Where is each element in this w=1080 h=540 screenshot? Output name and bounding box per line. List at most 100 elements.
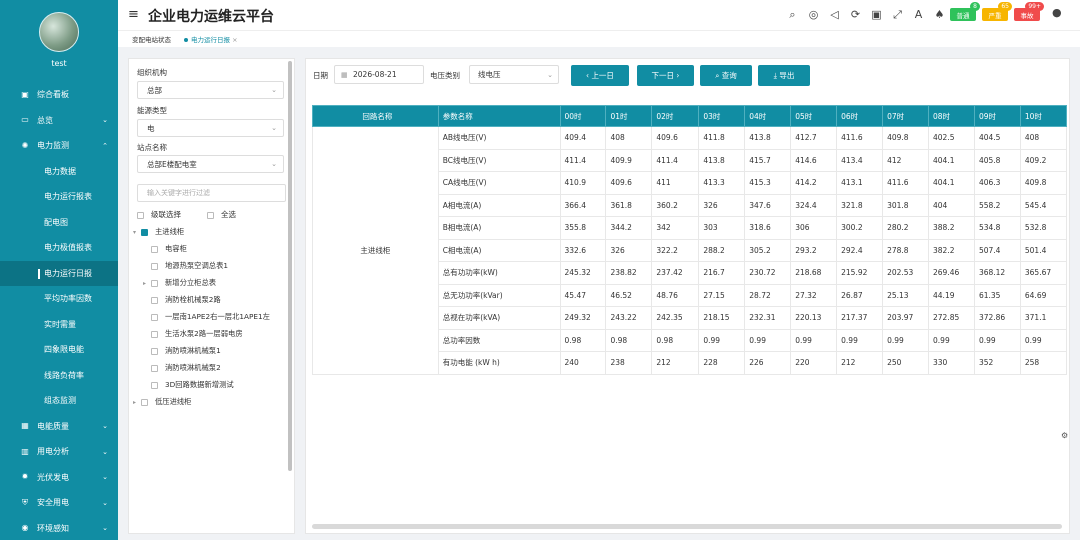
- value-cell: 0.99: [836, 328, 884, 352]
- active-dot-icon: [184, 38, 188, 42]
- date-input[interactable]: ▦ 2026-08-21: [334, 65, 424, 84]
- table-header-row: 回路名称 参数名称 00时 01时 02时 03时 04时 05时 06时 07时 08时 09时 10…: [312, 105, 1067, 127]
- sidebar-item-14[interactable]: ▥ 用电分析 ⌄: [0, 439, 118, 465]
- tree-node[interactable]: 电容柜: [143, 244, 187, 254]
- alarm-badge-1[interactable]: 严重 65: [982, 2, 1012, 21]
- sidebar-item-label: 平均功率因数: [44, 294, 92, 304]
- org-select[interactable]: 总部 ⌄: [137, 81, 284, 99]
- value-cell: 404.1: [928, 148, 975, 172]
- sidebar-item-9[interactable]: 实时需量: [0, 312, 118, 338]
- tree-checkbox[interactable]: [141, 228, 148, 236]
- scrollbar[interactable]: [288, 61, 292, 471]
- station-select[interactable]: 总部E楼配电室 ⌄: [137, 155, 284, 173]
- voltage-select[interactable]: 线电压 ⌄: [469, 65, 559, 84]
- value-cell: 558.2: [973, 193, 1021, 217]
- query-button[interactable]: ⌕ 查询: [700, 65, 752, 86]
- keyword-filter-input[interactable]: 输入关键字进行过滤: [137, 184, 286, 202]
- tree-checkbox[interactable]: [151, 330, 158, 338]
- sidebar-item-11[interactable]: 线路负荷率: [0, 363, 118, 389]
- sidebar-item-label: 电力监测: [37, 141, 69, 151]
- tree-checkbox[interactable]: [151, 296, 158, 304]
- value-cell: 301.8: [882, 193, 930, 217]
- energy-select[interactable]: 电 ⌄: [137, 119, 284, 137]
- headset-icon[interactable]: ◎: [807, 8, 820, 22]
- sidebar-item-13[interactable]: ▦ 电能质量 ⌄: [0, 414, 118, 440]
- export-button[interactable]: ⤓ 导出: [758, 65, 810, 86]
- sidebar-item-16[interactable]: ⛨ 安全用电 ⌄: [0, 490, 118, 516]
- tree-node[interactable]: 3D回路数据新增测试: [143, 380, 234, 390]
- refresh-icon[interactable]: ⟳: [849, 8, 862, 22]
- tree-node[interactable]: ▸ 低压进线柜: [133, 397, 191, 407]
- value-cell: 218.15: [698, 306, 746, 330]
- close-icon[interactable]: ×: [232, 36, 237, 44]
- tree-node-label: 消防喷淋机械泵1: [165, 346, 221, 355]
- user-icon[interactable]: ●: [1052, 6, 1062, 19]
- tree-arrow-icon[interactable]: ▸: [143, 280, 151, 287]
- tree-checkbox[interactable]: [151, 245, 158, 253]
- tree-node[interactable]: 消防栓机械泵2路: [143, 295, 221, 305]
- sidebar-item-7[interactable]: 电力运行日报: [0, 260, 118, 286]
- font-size-icon[interactable]: A: [912, 8, 925, 22]
- monitor-icon: ▣: [21, 89, 29, 99]
- theme-icon[interactable]: ♠: [933, 8, 946, 22]
- alarm-badge-0[interactable]: 普通 8: [950, 2, 980, 21]
- value-cell: 218.68: [790, 261, 838, 285]
- date-label: 日期: [313, 71, 328, 80]
- select-all-checkbox[interactable]: 全选: [207, 209, 236, 220]
- next-day-button[interactable]: 下一日 ›: [637, 65, 694, 86]
- tree-node[interactable]: ▾ 主进线柜: [133, 227, 184, 237]
- value-cell: 411.6: [882, 171, 930, 195]
- search-icon: ⌕: [715, 71, 722, 80]
- tree-checkbox[interactable]: [151, 364, 158, 372]
- tree-checkbox[interactable]: [151, 313, 158, 321]
- cascade-checkbox[interactable]: 级联选择: [137, 209, 181, 220]
- sidebar-item-17[interactable]: ◉ 环境感知 ⌄: [0, 516, 118, 540]
- sidebar-item-0[interactable]: ▣ 综合看板: [0, 82, 118, 108]
- tree-arrow-icon[interactable]: ▸: [133, 399, 141, 406]
- sidebar-item-6[interactable]: 电力极值报表: [0, 235, 118, 261]
- sidebar-item-15[interactable]: ✹ 光伏发电 ⌄: [0, 465, 118, 491]
- tree-node[interactable]: 消防喷淋机械泵2: [143, 363, 221, 373]
- tree-checkbox[interactable]: [141, 398, 148, 406]
- sidebar-item-2[interactable]: ✺ 电力监测 ⌃: [0, 133, 118, 159]
- sidebar-item-12[interactable]: 组态监测: [0, 388, 118, 414]
- alarm-badge-2[interactable]: 事故 99+: [1014, 2, 1044, 21]
- sidebar-item-1[interactable]: ▭ 总览 ⌄: [0, 108, 118, 134]
- value-cell: 361.8: [605, 193, 653, 217]
- value-cell: 360.2: [651, 193, 700, 217]
- tree-checkbox[interactable]: [151, 279, 158, 287]
- settings-sliders-icon[interactable]: ⚙: [1061, 431, 1068, 440]
- sidebar-item-3[interactable]: 电力数据: [0, 159, 118, 185]
- fullscreen-icon[interactable]: ⤢: [891, 8, 904, 22]
- tree-checkbox[interactable]: [151, 381, 158, 389]
- value-cell: 414.6: [790, 148, 838, 172]
- horizontal-scrollbar[interactable]: [312, 524, 1062, 529]
- sidebar-item-8[interactable]: 平均功率因数: [0, 286, 118, 312]
- hamburger-icon[interactable]: ≡: [128, 7, 139, 22]
- alarm-badges: 普通 8 严重 65 事故 99+: [950, 2, 1044, 21]
- tab-daily-report[interactable]: 电力运行日报 ×: [178, 33, 244, 47]
- sidebar-item-4[interactable]: 电力运行报表: [0, 184, 118, 210]
- avatar[interactable]: [39, 12, 79, 52]
- tree-node[interactable]: 消防喷淋机械泵1: [143, 346, 221, 356]
- tree-node[interactable]: 一层南1APE2右一层北1APE1左: [143, 312, 270, 322]
- tab-station-status[interactable]: 变配电站状态: [126, 33, 177, 47]
- search-icon[interactable]: ⌕: [786, 8, 799, 22]
- parameter-name-cell: CA线电压(V): [437, 171, 561, 195]
- volume-icon[interactable]: ◁: [828, 8, 841, 22]
- tree-node[interactable]: 地源热泵空调总表1: [143, 261, 228, 271]
- tree-checkbox[interactable]: [151, 262, 158, 270]
- value-cell: 288.2: [698, 238, 746, 262]
- cascade-label: 级联选择: [151, 210, 181, 219]
- sidebar-item-10[interactable]: 四象限电能: [0, 337, 118, 363]
- tree-node[interactable]: ▸ 新增分立柜总表: [143, 278, 216, 288]
- save-icon[interactable]: ▣: [870, 8, 883, 22]
- parameter-name-cell: 总无功功率(kVar): [437, 283, 561, 307]
- tree-node[interactable]: 生活水泵2路一层弱电房: [143, 329, 243, 339]
- tree-checkbox[interactable]: [151, 347, 158, 355]
- sidebar-item-5[interactable]: 配电图: [0, 210, 118, 236]
- tree-arrow-icon[interactable]: ▾: [133, 229, 141, 236]
- prev-day-button[interactable]: ‹ 上一日: [571, 65, 629, 86]
- tree-node-label: 电容柜: [165, 244, 187, 253]
- value-cell: 0.99: [928, 328, 975, 352]
